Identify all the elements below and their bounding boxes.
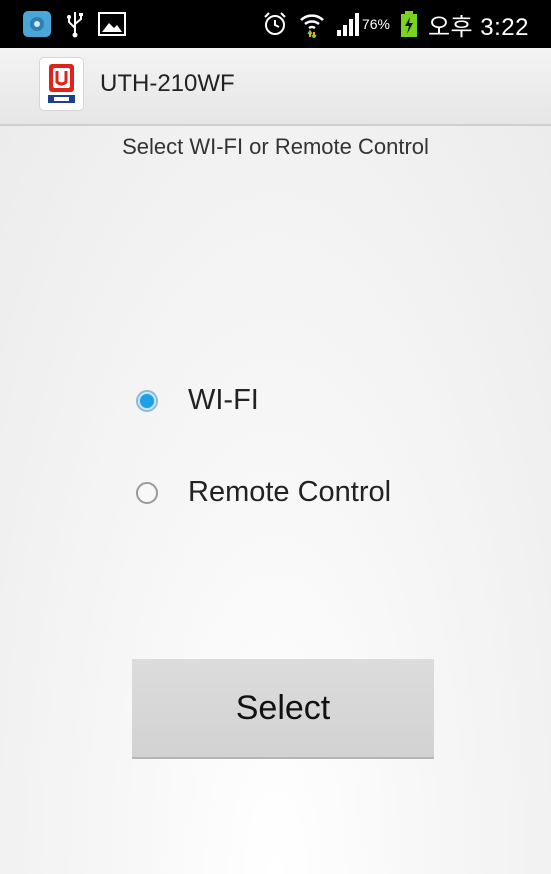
radio-label-wifi[interactable]: WI-FI	[188, 384, 259, 417]
radio-unchecked-icon[interactable]	[136, 481, 158, 504]
radio-option-remote-control[interactable]: Remote Control	[136, 476, 391, 509]
select-button[interactable]: Select	[132, 659, 434, 759]
radio-checked-icon[interactable]	[136, 389, 158, 412]
wifi-icon	[298, 10, 326, 38]
radio-option-wifi[interactable]: WI-FI	[136, 384, 259, 417]
instruction-text: Select WI-FI or Remote Control	[122, 134, 429, 159]
gallery-icon	[98, 12, 126, 36]
battery-charging-icon	[400, 10, 418, 38]
radio-label-remote-control[interactable]: Remote Control	[188, 476, 391, 509]
media-app-icon	[22, 10, 52, 38]
status-left-icons	[22, 8, 126, 40]
battery-percent: 76%	[361, 16, 390, 32]
app-title: UTH-210WF	[100, 70, 235, 97]
alarm-icon	[262, 11, 288, 37]
usb-icon	[66, 10, 84, 38]
main-content: Select WI-FI or Remote Control WI-FI Rem…	[0, 126, 551, 874]
status-time: 오후 3:22	[427, 13, 529, 41]
status-right-icons: 76% 오후 3:22	[262, 8, 529, 41]
radio-dot	[140, 393, 154, 408]
status-bar: 76% 오후 3:22	[0, 0, 551, 48]
signal-icon: 76%	[336, 11, 390, 37]
app-logo-icon[interactable]	[40, 58, 83, 110]
action-bar: UTH-210WF	[0, 48, 551, 126]
